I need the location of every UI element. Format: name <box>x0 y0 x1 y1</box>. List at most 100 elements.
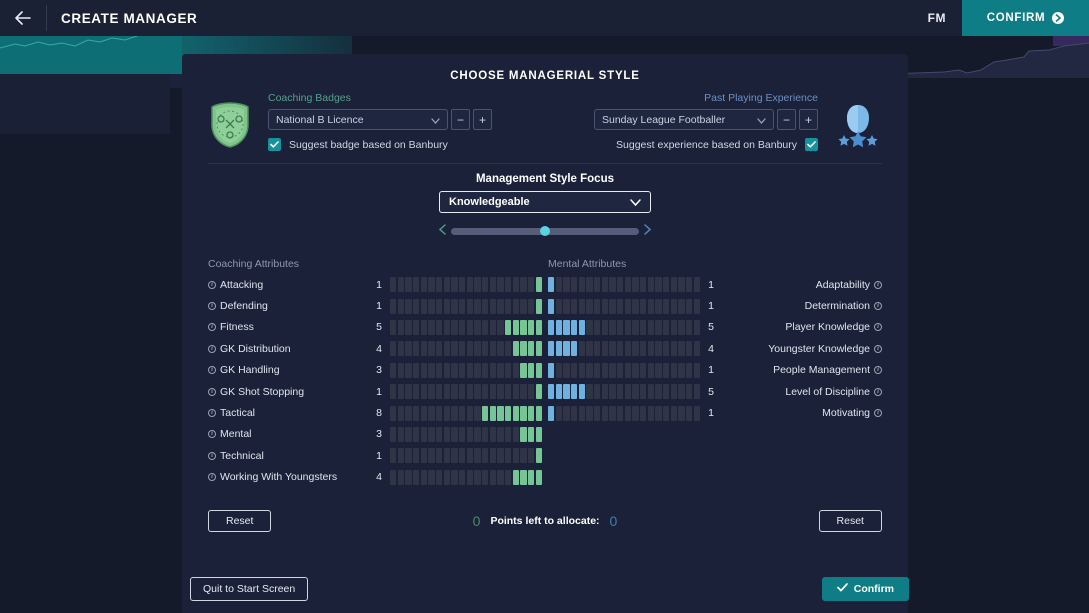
attribute-bar-segment[interactable] <box>670 384 678 400</box>
attribute-bar-segment[interactable] <box>413 362 420 378</box>
attribute-bar-segment[interactable] <box>405 405 412 421</box>
attribute-bar-track[interactable] <box>390 469 543 485</box>
attribute-bar-segment[interactable] <box>443 277 450 293</box>
attribute-bar-segment[interactable] <box>390 448 397 464</box>
attribute-bar-segment[interactable] <box>609 341 616 357</box>
attribute-bar-segment[interactable] <box>663 319 670 335</box>
attribute-bar-segment[interactable] <box>443 362 450 378</box>
attribute-bar-segment[interactable] <box>466 469 473 485</box>
attribute-bar-segment[interactable] <box>466 341 473 357</box>
attribute-bar-segment[interactable] <box>405 469 412 485</box>
attribute-bar-track[interactable] <box>390 384 543 400</box>
attribute-bar-segment[interactable] <box>482 405 489 421</box>
attribute-bar-segment[interactable] <box>413 426 420 442</box>
attribute-bar-segment[interactable] <box>397 277 404 293</box>
confirm-button[interactable]: Confirm <box>821 577 909 601</box>
attribute-bar-segment[interactable] <box>528 426 535 442</box>
attribute-bar-segment[interactable] <box>466 298 473 314</box>
past-experience-increment[interactable]: + <box>799 109 818 130</box>
attribute-bar-segment[interactable] <box>678 405 685 421</box>
attribute-bar-segment[interactable] <box>436 405 443 421</box>
attribute-bar-segment[interactable] <box>670 277 678 293</box>
attribute-bar-segment[interactable] <box>655 384 662 400</box>
attribute-bar-segment[interactable] <box>594 384 601 400</box>
attribute-bar-segment[interactable] <box>397 384 404 400</box>
attribute-bar-segment[interactable] <box>405 362 412 378</box>
attribute-bar-segment[interactable] <box>609 362 616 378</box>
attribute-bar-segment[interactable] <box>405 277 412 293</box>
attribute-bar-track[interactable] <box>390 362 543 378</box>
attribute-bar-segment[interactable] <box>601 405 608 421</box>
attribute-bar-segment[interactable] <box>647 384 655 400</box>
attribute-bar-segment[interactable] <box>489 319 497 335</box>
attribute-bar-segment[interactable] <box>632 319 639 335</box>
attribute-bar-segment[interactable] <box>459 426 466 442</box>
attribute-bar-segment[interactable] <box>563 319 570 335</box>
coaching-badges-decrement[interactable]: − <box>451 109 470 130</box>
attribute-bar-segment[interactable] <box>405 384 412 400</box>
attribute-bar-segment[interactable] <box>397 426 404 442</box>
attribute-bar-segment[interactable] <box>505 384 512 400</box>
attribute-bar-segment[interactable] <box>436 341 443 357</box>
attribute-bar-segment[interactable] <box>686 384 693 400</box>
attribute-bar-segment[interactable] <box>451 319 458 335</box>
attribute-bar-segment[interactable] <box>420 277 427 293</box>
attribute-bar-segment[interactable] <box>497 298 504 314</box>
attribute-bar-segment[interactable] <box>451 426 458 442</box>
attribute-bar-segment[interactable] <box>548 277 555 293</box>
attribute-bar-segment[interactable] <box>663 362 670 378</box>
attribute-bar-segment[interactable] <box>548 298 555 314</box>
attribute-bar-segment[interactable] <box>505 277 512 293</box>
attribute-bar-segment[interactable] <box>428 341 435 357</box>
attribute-bar-segment[interactable] <box>594 341 601 357</box>
info-icon[interactable]: i <box>208 366 216 375</box>
attribute-bar-segment[interactable] <box>390 384 397 400</box>
attribute-bar-segment[interactable] <box>578 319 585 335</box>
attribute-bar-segment[interactable] <box>520 277 527 293</box>
attribute-bar-segment[interactable] <box>459 448 466 464</box>
attribute-bar-segment[interactable] <box>578 384 585 400</box>
attribute-bar-segment[interactable] <box>586 298 593 314</box>
attribute-bar-segment[interactable] <box>686 341 693 357</box>
attribute-bar-segment[interactable] <box>443 448 450 464</box>
attribute-bar-segment[interactable] <box>489 298 497 314</box>
attribute-bar-segment[interactable] <box>520 319 527 335</box>
attribute-bar-segment[interactable] <box>451 362 458 378</box>
attribute-bar-segment[interactable] <box>686 298 693 314</box>
attribute-bar-segment[interactable] <box>443 426 450 442</box>
reset-coaching-button[interactable]: Reset <box>208 509 272 532</box>
attribute-bar-segment[interactable] <box>520 426 527 442</box>
attribute-bar-segment[interactable] <box>678 298 685 314</box>
attribute-bar-segment[interactable] <box>528 341 535 357</box>
attribute-bar-segment[interactable] <box>512 426 520 442</box>
attribute-bar-segment[interactable] <box>647 277 655 293</box>
attribute-bar-segment[interactable] <box>436 469 443 485</box>
attribute-bar-segment[interactable] <box>528 405 535 421</box>
quit-to-start-screen-button[interactable]: Quit to Start Screen <box>190 577 309 601</box>
attribute-bar-segment[interactable] <box>420 405 427 421</box>
attribute-bar-segment[interactable] <box>571 319 578 335</box>
attribute-bar-segment[interactable] <box>647 405 655 421</box>
attribute-bar-segment[interactable] <box>555 341 562 357</box>
attribute-bar-segment[interactable] <box>601 341 608 357</box>
attribute-bar-segment[interactable] <box>420 341 427 357</box>
attribute-bar-segment[interactable] <box>436 277 443 293</box>
info-icon[interactable]: i <box>208 323 216 332</box>
attribute-bar-segment[interactable] <box>390 405 397 421</box>
attribute-bar-segment[interactable] <box>428 384 435 400</box>
attribute-bar-segment[interactable] <box>397 319 404 335</box>
attribute-bar-segment[interactable] <box>497 448 504 464</box>
attribute-bar-segment[interactable] <box>586 277 593 293</box>
attribute-bar-segment[interactable] <box>428 277 435 293</box>
attribute-bar-segment[interactable] <box>497 405 504 421</box>
attribute-bar-segment[interactable] <box>505 298 512 314</box>
attribute-bar-segment[interactable] <box>586 319 593 335</box>
attribute-bar-segment[interactable] <box>528 319 535 335</box>
attribute-bar-segment[interactable] <box>451 277 458 293</box>
attribute-bar-segment[interactable] <box>655 341 662 357</box>
attribute-bar-segment[interactable] <box>443 384 450 400</box>
attribute-bar-segment[interactable] <box>617 319 624 335</box>
attribute-bar-segment[interactable] <box>459 362 466 378</box>
attribute-bar-segment[interactable] <box>617 298 624 314</box>
attribute-bar-track[interactable] <box>390 277 543 293</box>
